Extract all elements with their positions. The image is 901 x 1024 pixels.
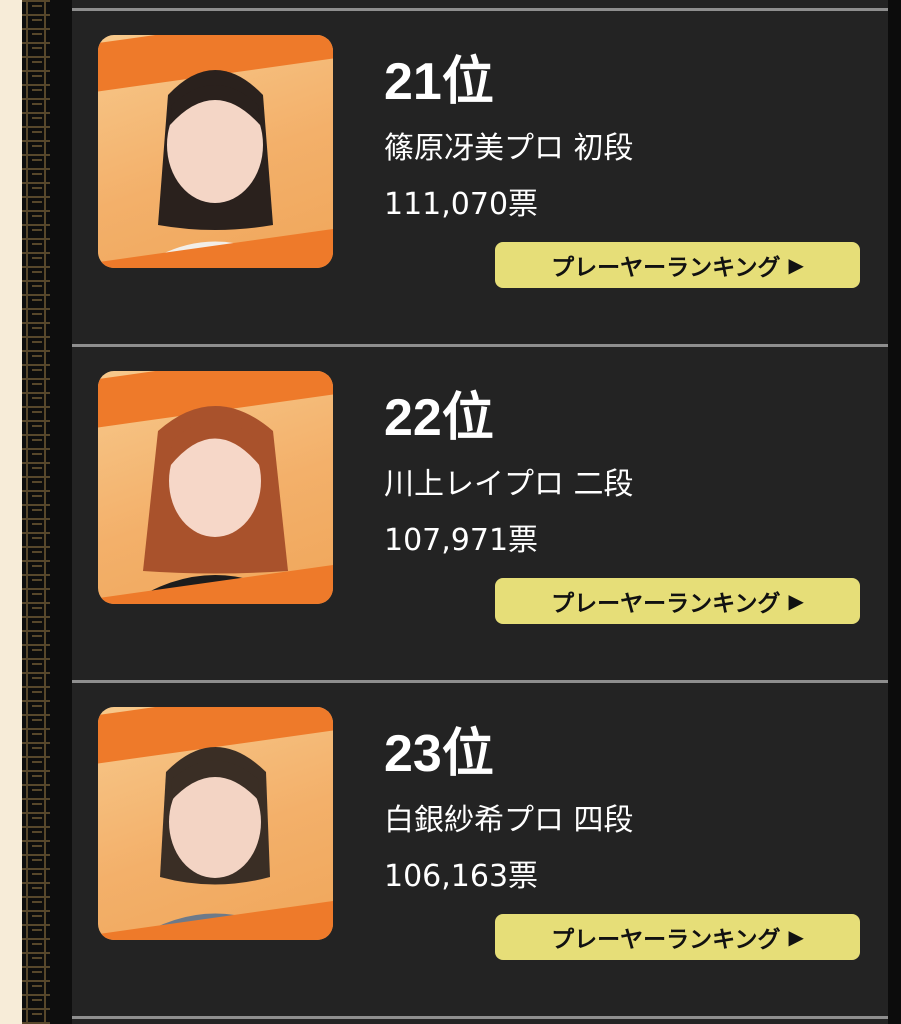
- greek-key-border: [22, 0, 50, 1024]
- player-ranking-button[interactable]: プレーヤーランキング ▶: [495, 242, 860, 288]
- vote-count: 107,971票: [384, 523, 539, 558]
- rank-label: 21位: [384, 53, 494, 111]
- rank-label: 23位: [384, 725, 494, 783]
- player-card-22: 22位 川上レイプロ 二段 107,971票 プレーヤーランキング ▶: [72, 346, 888, 676]
- rank-label: 22位: [384, 389, 494, 447]
- player-ranking-button-label: プレーヤーランキング: [551, 255, 781, 281]
- play-arrow-icon: ▶: [788, 925, 804, 949]
- player-name: 篠原冴美プロ 初段: [384, 131, 634, 166]
- player-ranking-button-label: プレーヤーランキング: [551, 591, 781, 617]
- play-arrow-icon: ▶: [788, 253, 804, 277]
- player-name: 川上レイプロ 二段: [384, 467, 634, 502]
- vote-count: 106,163票: [384, 859, 539, 894]
- player-name: 白銀紗希プロ 四段: [384, 803, 634, 838]
- player-photo[interactable]: [98, 707, 333, 940]
- player-photo[interactable]: [98, 371, 333, 604]
- player-ranking-button-label: プレーヤーランキング: [551, 927, 781, 953]
- ranking-page: 21位 篠原冴美プロ 初段 111,070票 プレーヤーランキング ▶ 22位 …: [0, 0, 901, 1024]
- player-photo[interactable]: [98, 35, 333, 268]
- page-margin: [0, 0, 22, 1024]
- player-ranking-button[interactable]: プレーヤーランキング ▶: [495, 914, 860, 960]
- divider: [72, 1016, 888, 1019]
- play-arrow-icon: ▶: [788, 589, 804, 613]
- border-gap: [50, 0, 72, 1024]
- player-card-21: 21位 篠原冴美プロ 初段 111,070票 プレーヤーランキング ▶: [72, 10, 888, 340]
- right-edge: [888, 0, 901, 1024]
- vote-count: 111,070票: [384, 187, 539, 222]
- player-card-23: 23位 白銀紗希プロ 四段 106,163票 プレーヤーランキング ▶: [72, 682, 888, 1012]
- player-ranking-button[interactable]: プレーヤーランキング ▶: [495, 578, 860, 624]
